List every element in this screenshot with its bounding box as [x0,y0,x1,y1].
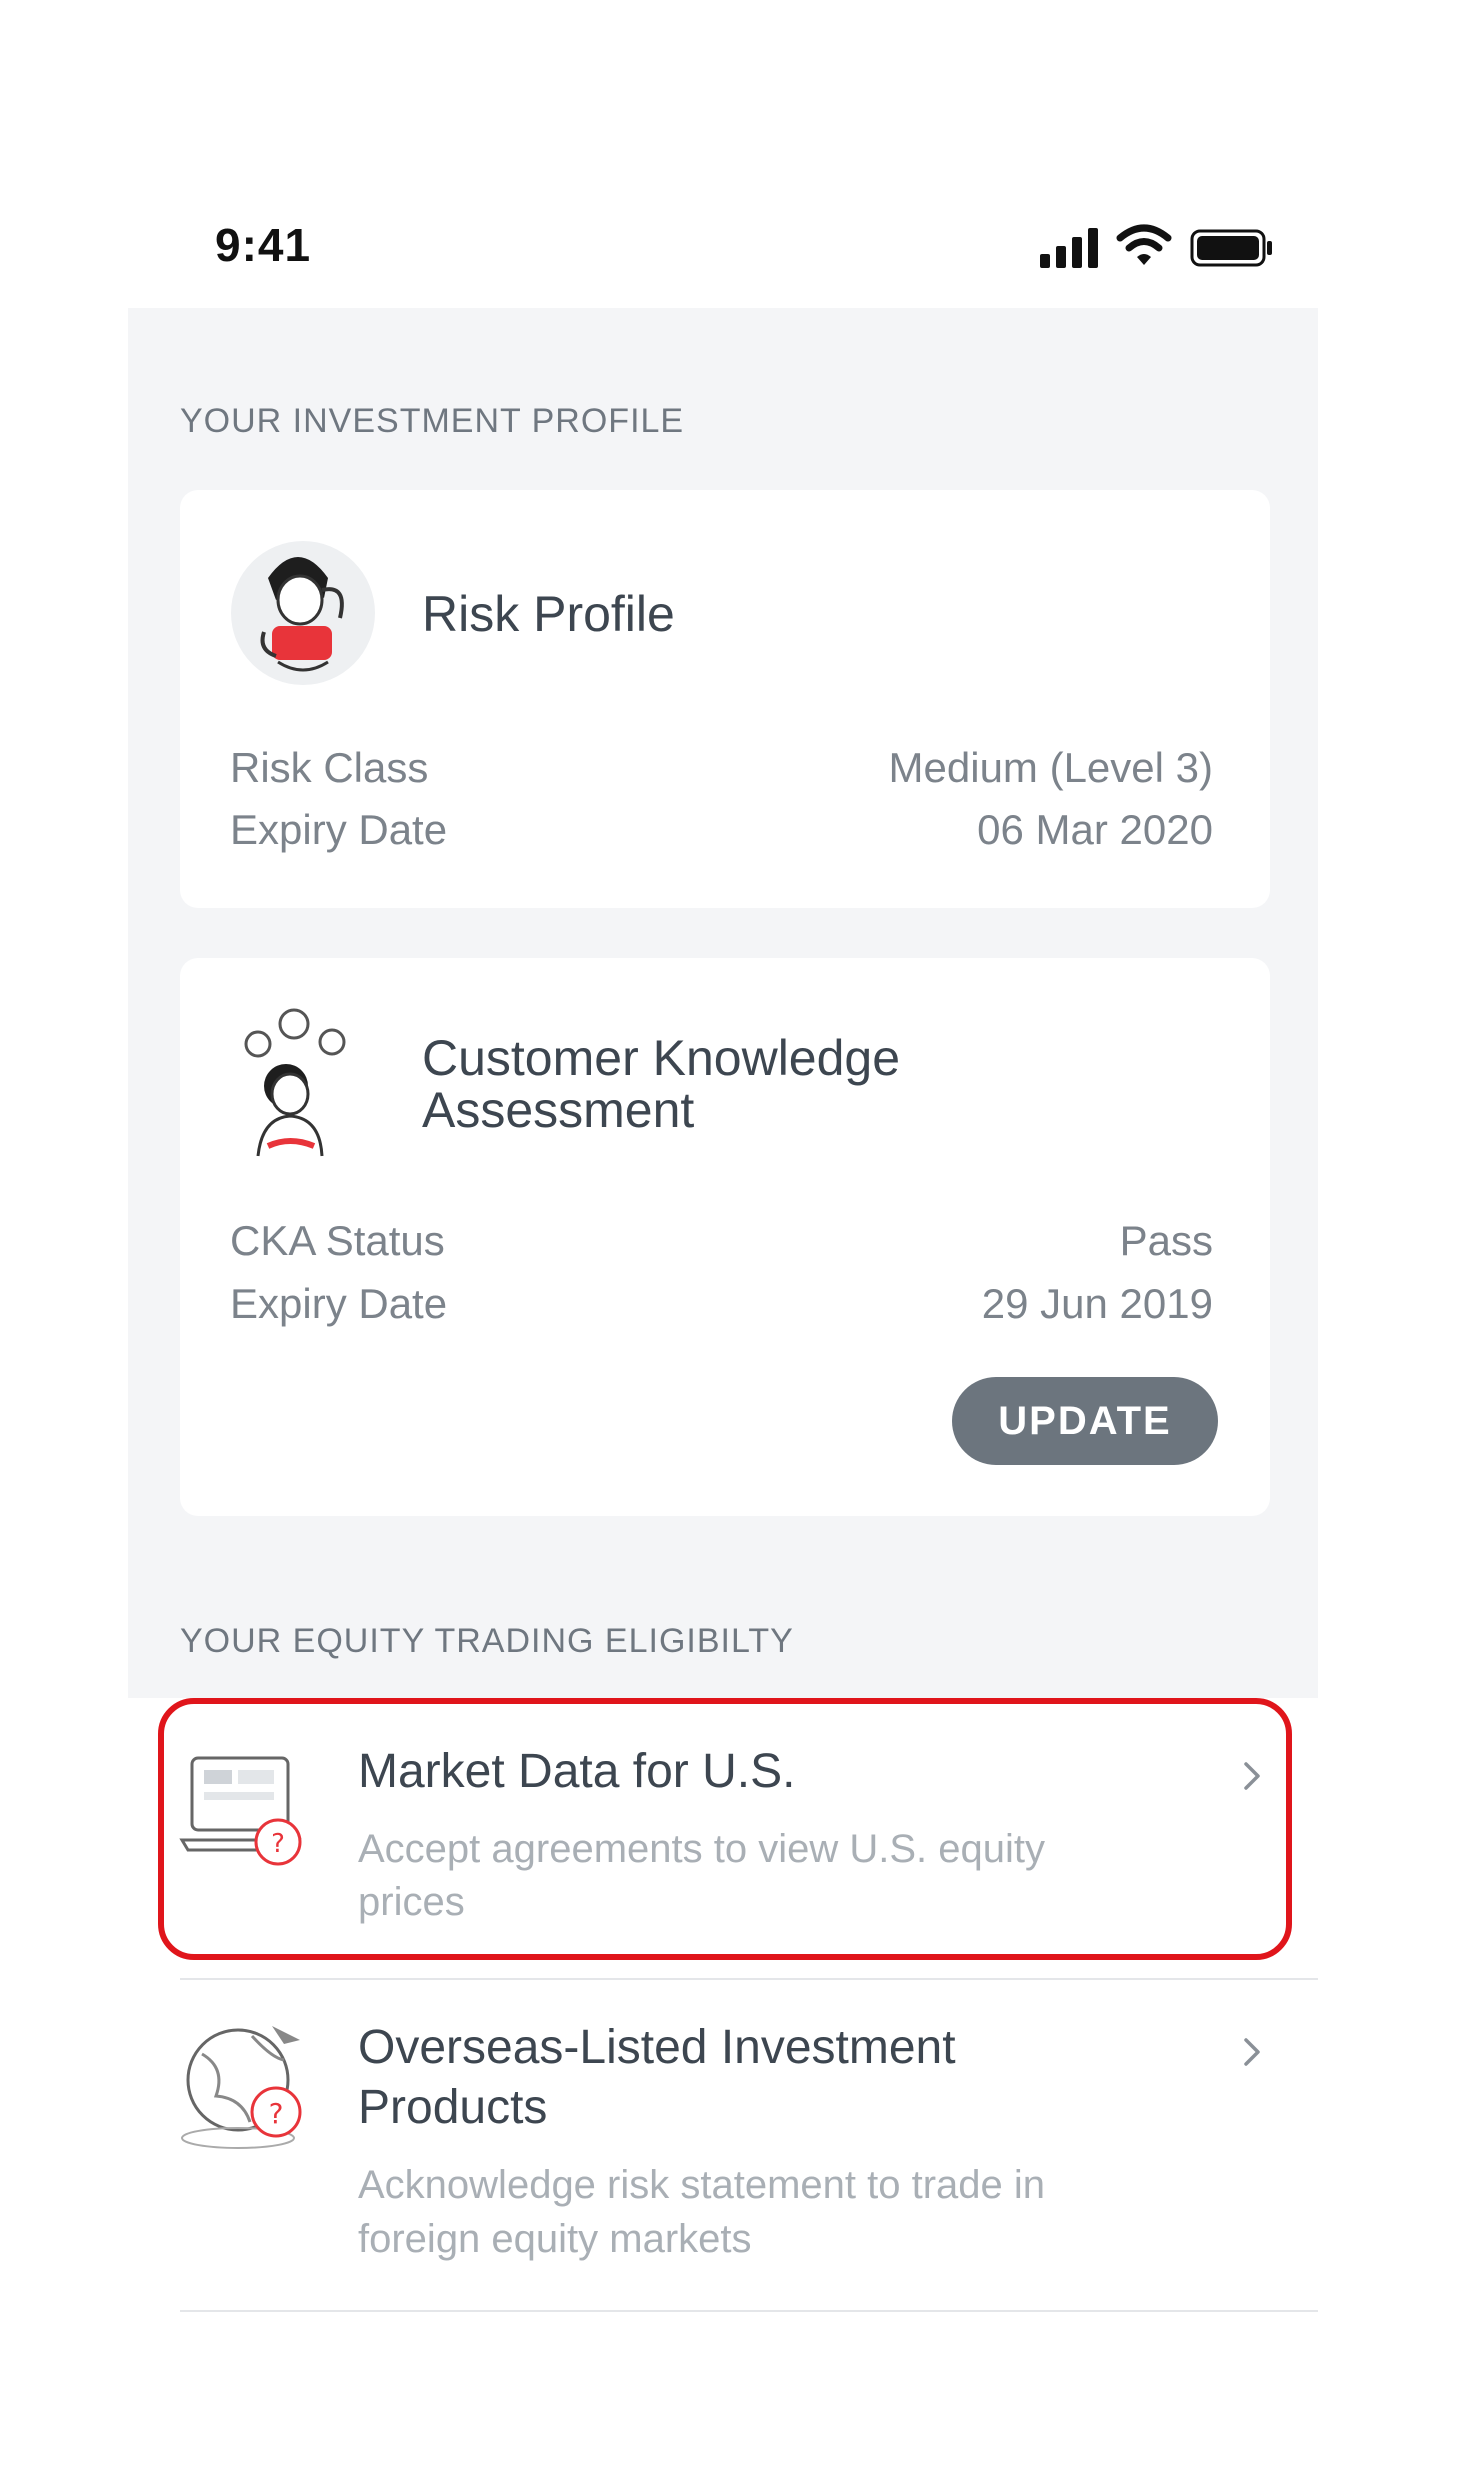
status-time: 9:41 [215,219,312,271]
status-bar: 9:41 [0,0,1463,300]
chevron-right-icon[interactable] [1236,2036,1268,2068]
svg-text:?: ? [271,1829,285,1859]
overseas-subtitle-line2: foreign equity markets [358,2217,752,2261]
overseas-subtitle-line1: Acknowledge risk statement to trade in [358,2163,1046,2207]
risk-expiry-value: 06 Mar 2020 [977,806,1213,853]
market-data-laptop-icon: ? [178,1750,318,1885]
update-button[interactable]: UPDATE [952,1377,1218,1465]
cka-status-label: CKA Status [230,1217,445,1264]
cka-status-value: Pass [1119,1217,1213,1264]
risk-class-label: Risk Class [230,744,429,791]
overseas-globe-icon: ? [172,2018,322,2163]
risk-profile-heading: Risk Profile [422,586,675,642]
cellular-signal-icon [1040,228,1098,268]
overseas-title-line2: Products [358,2081,548,2134]
market-data-subtitle-line1: Accept agreements to view U.S. equity [358,1827,1045,1871]
equity-eligibility-section-title: YOUR EQUITY TRADING ELIGIBILTY [180,1622,794,1660]
svg-text:?: ? [269,2097,284,2130]
overseas-title-line1: Overseas-Listed Investment [358,2021,956,2074]
battery-icon [1190,229,1272,267]
cka-illustration [228,1006,378,1171]
risk-expiry-label: Expiry Date [230,806,448,853]
market-data-subtitle-line2: prices [358,1880,465,1924]
cka-expiry-value: 29 Jun 2019 [981,1280,1213,1327]
risk-class-value: Medium (Level 3) [888,744,1213,791]
market-data-title: Market Data for U.S. [358,1745,796,1798]
investment-profile-section-title: YOUR INVESTMENT PROFILE [180,402,685,440]
list-divider [180,1978,1318,1980]
cka-heading-line2: Assessment [422,1082,695,1138]
list-divider [180,2310,1318,2312]
status-icons [1040,222,1280,272]
risk-profile-illustration [228,538,378,693]
wifi-icon [1116,224,1172,265]
cka-heading-line1: Customer Knowledge [422,1030,901,1086]
chevron-right-icon[interactable] [1236,1760,1268,1792]
cka-expiry-label: Expiry Date [230,1280,448,1327]
